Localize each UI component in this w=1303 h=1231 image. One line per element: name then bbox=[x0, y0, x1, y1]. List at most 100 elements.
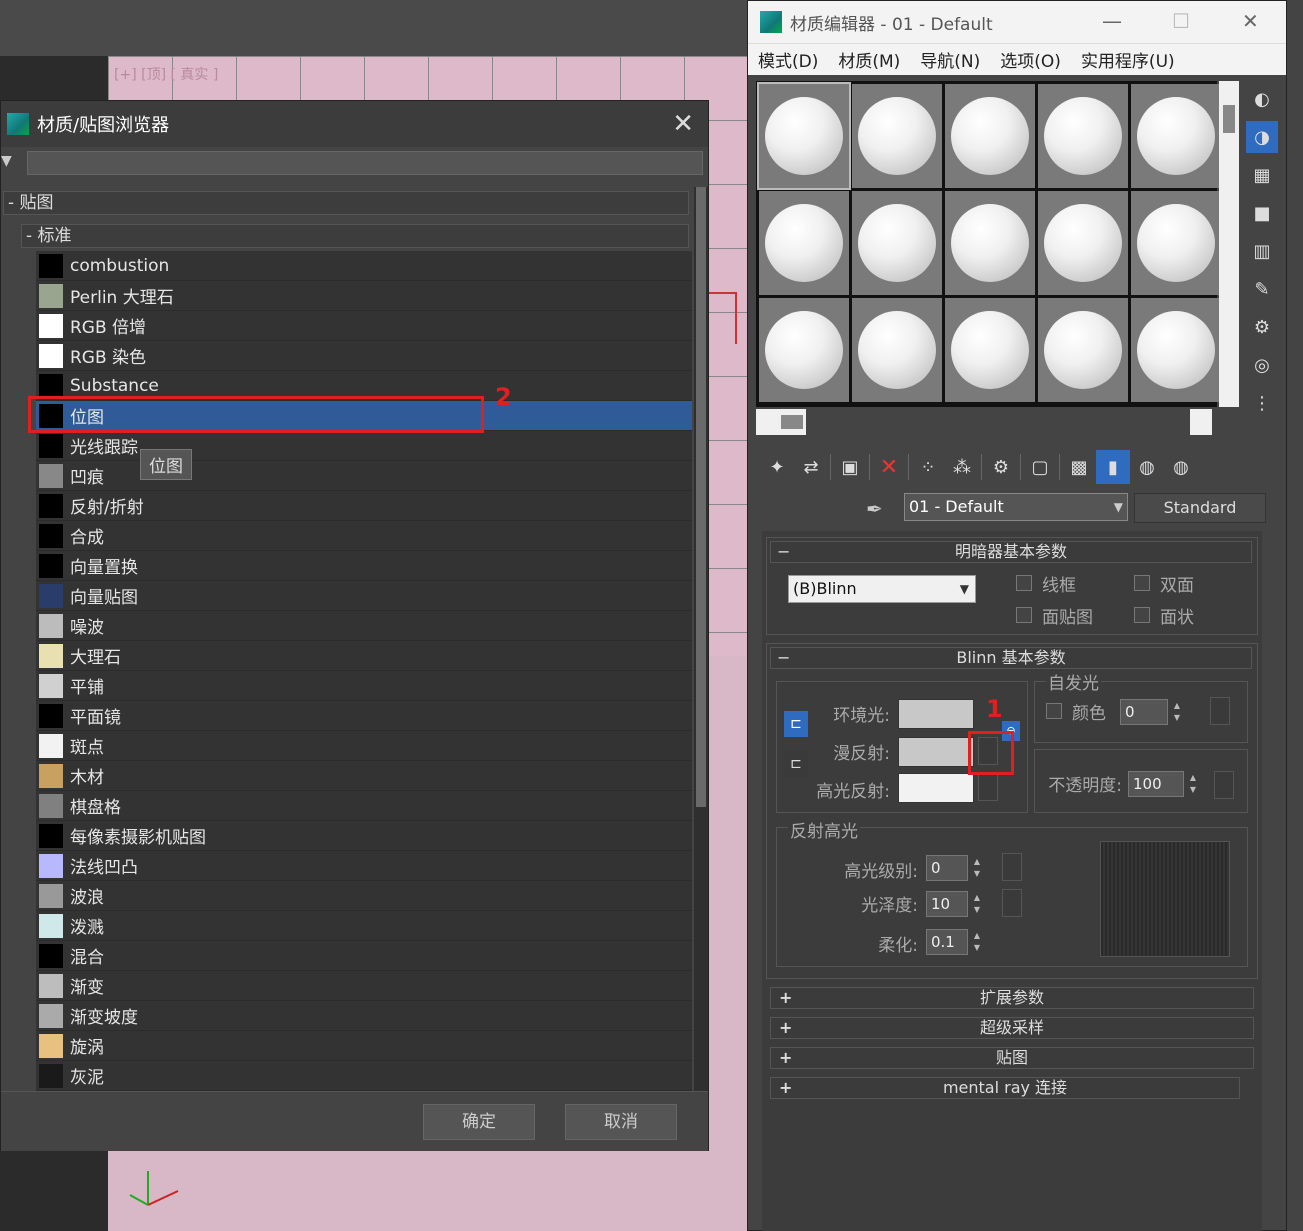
soften-spinner[interactable]: 0.1 ▲ ▼ bbox=[926, 929, 980, 955]
material-sample-slot[interactable] bbox=[757, 82, 851, 190]
diffuse-color-swatch[interactable] bbox=[898, 737, 974, 767]
maximize-icon[interactable]: ☐ bbox=[1172, 9, 1190, 33]
list-item[interactable]: 噪波 bbox=[36, 611, 692, 641]
close-icon[interactable]: ✕ bbox=[672, 109, 694, 139]
material-id-channel-icon[interactable]: ⚙ bbox=[984, 450, 1018, 484]
material-sample-slot[interactable] bbox=[945, 298, 1035, 402]
lock-diffuse-specular-icon[interactable]: ⊏ bbox=[784, 751, 808, 777]
self-illum-color-checkbox[interactable] bbox=[1046, 703, 1062, 719]
make-unique-icon[interactable]: ⁘ bbox=[911, 450, 945, 484]
expand-icon[interactable]: + bbox=[779, 988, 792, 1008]
spec-level-spinner[interactable]: 0 ▲ ▼ bbox=[926, 855, 980, 881]
slots-horizontal-scrollbar[interactable] bbox=[756, 409, 1212, 435]
expand-icon[interactable]: + bbox=[779, 1048, 792, 1068]
spinner-arrows-icon[interactable]: ▲ ▼ bbox=[969, 930, 985, 954]
viewport-label[interactable]: [+] [顶] [ 真实 ] bbox=[114, 64, 218, 84]
list-item[interactable]: 凹痕 bbox=[36, 461, 692, 491]
list-item[interactable]: combustion bbox=[36, 251, 692, 281]
background-checker-icon[interactable]: ▦ bbox=[1246, 159, 1278, 191]
video-color-check-icon[interactable]: ▥ bbox=[1246, 235, 1278, 267]
ambient-color-swatch[interactable] bbox=[898, 699, 974, 729]
cancel-button[interactable]: 取消 bbox=[565, 1104, 677, 1140]
list-item[interactable]: 每像素摄影机贴图 bbox=[36, 821, 692, 851]
list-item[interactable]: 平面镜 bbox=[36, 701, 692, 731]
blinn-rollout-header[interactable]: − Blinn 基本参数 bbox=[770, 647, 1252, 669]
list-item[interactable]: 泼溅 bbox=[36, 911, 692, 941]
material-sample-slot[interactable] bbox=[852, 191, 942, 295]
list-item[interactable]: RGB 染色 bbox=[36, 341, 692, 371]
glossiness-map-button[interactable] bbox=[1002, 889, 1022, 917]
list-item[interactable]: 向量置换 bbox=[36, 551, 692, 581]
list-item[interactable]: 斑点 bbox=[36, 731, 692, 761]
editor-titlebar[interactable]: 材质编辑器 - 01 - Default — ☐ ✕ bbox=[748, 1, 1286, 43]
material-sample-slot[interactable] bbox=[945, 84, 1035, 188]
list-scroll-thumb[interactable] bbox=[696, 187, 706, 807]
show-shaded-map-icon[interactable]: ▢ bbox=[1023, 450, 1057, 484]
material-sample-slot[interactable] bbox=[1131, 191, 1221, 295]
menu-navigation[interactable]: 导航(N) bbox=[920, 47, 980, 72]
expand-icon[interactable]: + bbox=[779, 1078, 792, 1098]
list-item[interactable]: 棋盘格 bbox=[36, 791, 692, 821]
reset-map-icon[interactable]: ✕ bbox=[872, 450, 906, 484]
lock-ambient-diffuse-icon[interactable]: ⊏ bbox=[784, 711, 808, 737]
rollout-maps[interactable]: + 贴图 bbox=[770, 1047, 1254, 1069]
group-maps[interactable]: - 贴图 bbox=[3, 191, 689, 215]
material-type-button[interactable]: Standard bbox=[1134, 493, 1266, 523]
put-material-to-scene-icon[interactable]: ⇄ bbox=[794, 450, 828, 484]
rollout-extended-params[interactable]: + 扩展参数 bbox=[770, 987, 1254, 1009]
shader-rollout-header[interactable]: − 明暗器基本参数 bbox=[770, 541, 1252, 563]
specular-map-button[interactable] bbox=[978, 773, 998, 801]
list-item[interactable]: 反射/折射 bbox=[36, 491, 692, 521]
show-end-result-icon[interactable]: ▩ bbox=[1062, 450, 1096, 484]
assign-material-icon[interactable]: ▣ bbox=[833, 450, 867, 484]
wire-checkbox[interactable] bbox=[1016, 575, 1032, 591]
material-sample-slot[interactable] bbox=[852, 84, 942, 188]
list-item[interactable]: 波浪 bbox=[36, 881, 692, 911]
ok-button[interactable]: 确定 bbox=[423, 1104, 535, 1140]
collapse-icon[interactable]: − bbox=[777, 648, 790, 668]
list-item[interactable]: Perlin 大理石 bbox=[36, 281, 692, 311]
menu-material[interactable]: 材质(M) bbox=[838, 47, 900, 72]
minimize-icon[interactable]: — bbox=[1102, 9, 1122, 33]
list-item[interactable]: 渐变坡度 bbox=[36, 1001, 692, 1031]
chevron-down-icon[interactable]: ▼ bbox=[1114, 494, 1123, 520]
menu-mode[interactable]: 模式(D) bbox=[758, 47, 818, 72]
go-to-parent-icon[interactable]: ▮ bbox=[1096, 450, 1130, 484]
pick-material-icon[interactable]: ◍ bbox=[1164, 450, 1198, 484]
material-sample-slot[interactable] bbox=[1038, 191, 1128, 295]
material-sample-slot[interactable] bbox=[945, 191, 1035, 295]
material-sample-slot[interactable] bbox=[852, 298, 942, 402]
list-item[interactable]: 木材 bbox=[36, 761, 692, 791]
scroll-thumb[interactable] bbox=[1223, 105, 1235, 133]
slots-vertical-scrollbar[interactable] bbox=[1219, 81, 1239, 407]
face-map-checkbox[interactable] bbox=[1016, 607, 1032, 623]
spinner-arrows-icon[interactable]: ▲ ▼ bbox=[1169, 700, 1185, 724]
material-sample-slot[interactable] bbox=[759, 298, 849, 402]
spinner-arrows-icon[interactable]: ▲ ▼ bbox=[1185, 772, 1201, 796]
list-item[interactable]: 渐变 bbox=[36, 971, 692, 1001]
material-sample-slot[interactable] bbox=[1131, 298, 1221, 402]
filter-dropdown-icon[interactable]: ▼ bbox=[1, 153, 19, 169]
material-sample-slot[interactable] bbox=[1131, 84, 1221, 188]
list-item[interactable]: 向量贴图 bbox=[36, 581, 692, 611]
chevron-down-icon[interactable]: ▼ bbox=[960, 576, 969, 602]
options-icon[interactable]: ⚙ bbox=[1246, 311, 1278, 343]
list-item[interactable]: 法线凹凸 bbox=[36, 851, 692, 881]
close-icon[interactable]: ✕ bbox=[1242, 9, 1259, 33]
rollout-mental-ray[interactable]: + mental ray 连接 bbox=[770, 1077, 1240, 1099]
group-standard[interactable]: - 标准 bbox=[21, 224, 689, 248]
menu-options[interactable]: 选项(O) bbox=[1000, 47, 1061, 72]
material-name-field[interactable]: 01 - Default ▼ bbox=[904, 493, 1128, 521]
glossiness-spinner[interactable]: 10 ▲ ▼ bbox=[926, 891, 980, 917]
material-sample-slot[interactable] bbox=[1038, 298, 1128, 402]
list-item[interactable]: 大理石 bbox=[36, 641, 692, 671]
opacity-spinner[interactable]: 100 ▲ ▼ bbox=[1128, 771, 1196, 797]
backlight-icon[interactable]: ◑ bbox=[1246, 121, 1278, 153]
eyedropper-icon[interactable]: ✒ bbox=[866, 497, 883, 521]
spinner-arrows-icon[interactable]: ▲ ▼ bbox=[969, 892, 985, 916]
spinner-arrows-icon[interactable]: ▲ ▼ bbox=[969, 856, 985, 880]
menu-utilities[interactable]: 实用程序(U) bbox=[1081, 47, 1175, 72]
self-illum-spinner[interactable]: 0 ▲ ▼ bbox=[1120, 699, 1180, 725]
expand-icon[interactable]: + bbox=[779, 1018, 792, 1038]
material-sample-slot[interactable] bbox=[759, 191, 849, 295]
